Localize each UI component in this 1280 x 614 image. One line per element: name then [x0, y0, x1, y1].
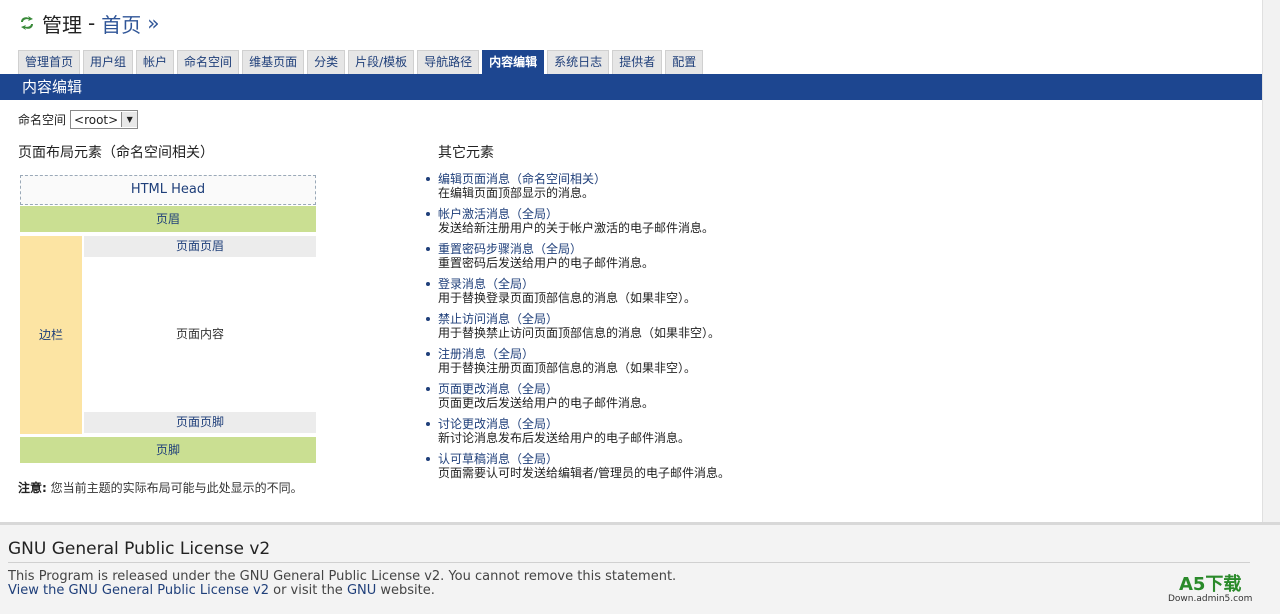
- tab-accounts[interactable]: 帐户: [136, 50, 175, 74]
- license-statement: This Program is released under the GNU G…: [8, 569, 677, 584]
- tab-navigation-paths[interactable]: 导航路径: [417, 50, 480, 74]
- section-title-bar: 内容编辑: [0, 74, 1262, 100]
- namespace-selector: 命名空间 <root> ▼: [18, 110, 139, 129]
- edit-page-message-link[interactable]: 编辑页面消息（命名空间相关）: [438, 172, 846, 186]
- admin-tabs: 管理首页 用户组 帐户 命名空间 维基页面 分类 片段/模板 导航路径 内容编辑…: [18, 50, 704, 74]
- item-description: 用于替换禁止访问页面顶部信息的消息（如果非空）。: [438, 326, 721, 340]
- page-header: 管理 - 首页 »: [18, 8, 159, 38]
- license-links: View the GNU General Public License v2 o…: [8, 583, 435, 598]
- dropdown-arrow-icon[interactable]: ▼: [121, 112, 138, 127]
- item-description: 重置密码后发送给用户的电子邮件消息。: [438, 256, 655, 270]
- approve-draft-message-link[interactable]: 认可草稿消息（全局）: [438, 452, 846, 466]
- vertical-scrollbar[interactable]: [1262, 0, 1280, 522]
- item-description: 用于替换注册页面顶部信息的消息（如果非空）。: [438, 361, 697, 375]
- layout-header[interactable]: 页眉: [20, 206, 316, 232]
- item-description: 页面需要认可时发送给编辑者/管理员的电子邮件消息。: [438, 466, 731, 480]
- bullet-icon: [426, 212, 430, 216]
- license-title: GNU General Public License v2: [8, 539, 271, 559]
- section-title: 内容编辑: [22, 78, 83, 96]
- bullet-icon: [426, 457, 430, 461]
- discussion-change-message-link[interactable]: 讨论更改消息（全局）: [438, 417, 846, 431]
- namespace-select[interactable]: <root> ▼: [70, 110, 139, 129]
- namespace-label: 命名空间: [18, 113, 67, 127]
- layout-section-title: 页面布局元素（命名空间相关）: [18, 145, 214, 161]
- layout-footer[interactable]: 页脚: [20, 437, 316, 463]
- list-item: 注册消息（全局） 用于替换注册页面顶部信息的消息（如果非空）。: [426, 347, 846, 382]
- item-description: 发送给新注册用户的关于帐户激活的电子邮件消息。: [438, 221, 715, 235]
- item-description: 用于替换登录页面顶部信息的消息（如果非空）。: [438, 291, 697, 305]
- list-item: 编辑页面消息（命名空间相关） 在编辑页面顶部显示的消息。: [426, 172, 846, 207]
- login-message-link[interactable]: 登录消息（全局）: [438, 277, 846, 291]
- item-description: 新讨论消息发布后发送给用户的电子邮件消息。: [438, 431, 691, 445]
- access-denied-message-link[interactable]: 禁止访问消息（全局）: [438, 312, 846, 326]
- item-description: 在编辑页面顶部显示的消息。: [438, 186, 595, 200]
- footer-divider: [8, 562, 1250, 563]
- tab-configuration[interactable]: 配置: [665, 50, 704, 74]
- list-item: 登录消息（全局） 用于替换登录页面顶部信息的消息（如果非空）。: [426, 277, 846, 312]
- bullet-icon: [426, 387, 430, 391]
- bullet-icon: [426, 422, 430, 426]
- tab-admin-home[interactable]: 管理首页: [18, 50, 81, 74]
- view-license-link[interactable]: View the GNU General Public License v2: [8, 583, 269, 598]
- namespace-selected-value: <root>: [74, 112, 119, 127]
- page-change-message-link[interactable]: 页面更改消息（全局）: [438, 382, 846, 396]
- register-message-link[interactable]: 注册消息（全局）: [438, 347, 846, 361]
- title-separator: -: [88, 11, 96, 35]
- layout-html-head[interactable]: HTML Head: [20, 175, 316, 205]
- list-item: 讨论更改消息（全局） 新讨论消息发布后发送给用户的电子邮件消息。: [426, 417, 846, 452]
- list-item: 页面更改消息（全局） 页面更改后发送给用户的电子邮件消息。: [426, 382, 846, 417]
- refresh-arrows-icon: [21, 16, 33, 30]
- tab-wiki-pages[interactable]: 维基页面: [242, 50, 305, 74]
- list-item: 认可草稿消息（全局） 页面需要认可时发送给编辑者/管理员的电子邮件消息。: [426, 452, 846, 487]
- list-item: 重置密码步骤消息（全局） 重置密码后发送给用户的电子邮件消息。: [426, 242, 846, 277]
- tab-snippets-templates[interactable]: 片段/模板: [348, 50, 415, 74]
- password-reset-message-link[interactable]: 重置密码步骤消息（全局）: [438, 242, 846, 256]
- other-elements-list: 编辑页面消息（命名空间相关） 在编辑页面顶部显示的消息。 帐户激活消息（全局） …: [426, 172, 846, 487]
- watermark-brand: A5下载: [1178, 574, 1242, 595]
- bullet-icon: [426, 317, 430, 321]
- list-item: 禁止访问消息（全局） 用于替换禁止访问页面顶部信息的消息（如果非空）。: [426, 312, 846, 347]
- tab-system-log[interactable]: 系统日志: [547, 50, 610, 74]
- bullet-icon: [426, 247, 430, 251]
- gnu-link[interactable]: GNU: [347, 583, 376, 598]
- layout-page-header[interactable]: 页面页眉: [84, 236, 316, 257]
- layout-sidebar[interactable]: 边栏: [20, 236, 82, 434]
- tab-categories[interactable]: 分类: [307, 50, 346, 74]
- tab-user-groups[interactable]: 用户组: [83, 50, 134, 74]
- note-label: 注意:: [18, 481, 47, 495]
- breadcrumb-raquo: »: [147, 11, 160, 35]
- layout-page-content: 页面内容: [84, 257, 316, 411]
- tab-providers[interactable]: 提供者: [612, 50, 663, 74]
- layout-page-footer[interactable]: 页面页脚: [84, 412, 316, 433]
- layout-note: 注意: 您当前主题的实际布局可能与此处显示的不同。: [18, 479, 303, 496]
- bullet-icon: [426, 177, 430, 181]
- breadcrumb-home[interactable]: 首页: [101, 9, 141, 38]
- bullet-icon: [426, 282, 430, 286]
- others-section-title: 其它元素: [438, 145, 494, 161]
- note-text: 您当前主题的实际布局可能与此处显示的不同。: [50, 481, 303, 495]
- tab-content-editing[interactable]: 内容编辑: [482, 50, 545, 74]
- tab-namespaces[interactable]: 命名空间: [177, 50, 240, 74]
- page-footer: GNU General Public License v2 This Progr…: [0, 522, 1280, 614]
- item-description: 页面更改后发送给用户的电子邮件消息。: [438, 396, 655, 410]
- account-activation-message-link[interactable]: 帐户激活消息（全局）: [438, 207, 846, 221]
- list-item: 帐户激活消息（全局） 发送给新注册用户的关于帐户激活的电子邮件消息。: [426, 207, 846, 242]
- watermark-logo: A5下载 Down.admin5.com: [1168, 574, 1253, 605]
- watermark-url: Down.admin5.com: [1168, 594, 1253, 604]
- bullet-icon: [426, 352, 430, 356]
- license-end-text: website.: [376, 583, 435, 598]
- license-mid-text: or visit the: [268, 583, 347, 598]
- page-title: 管理: [42, 12, 82, 37]
